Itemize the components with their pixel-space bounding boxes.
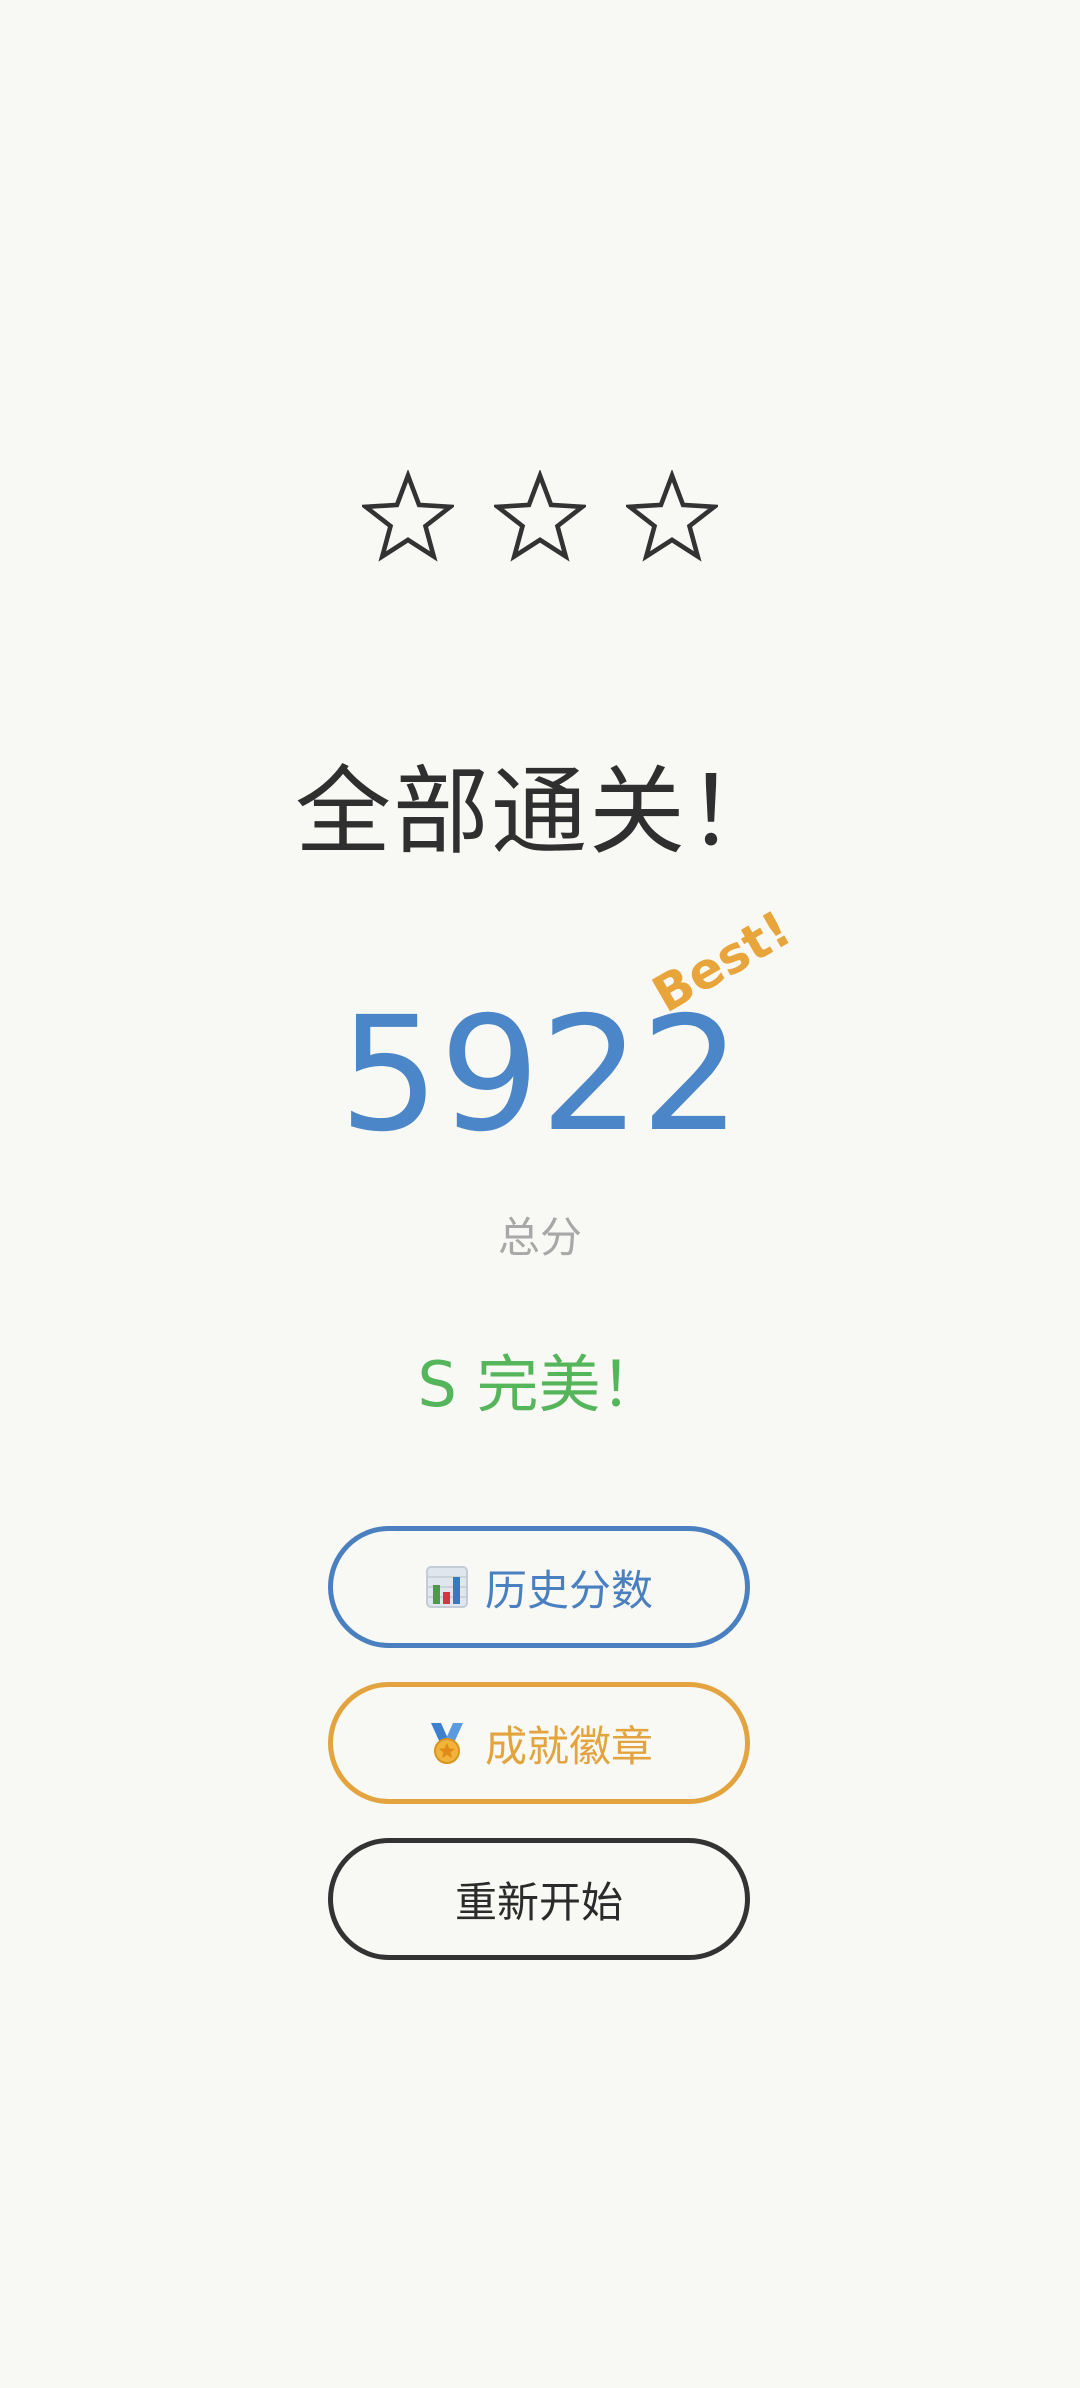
star-icon (494, 470, 586, 562)
history-scores-button[interactable]: 历史分数 (328, 1526, 750, 1648)
restart-button[interactable]: 重新开始 (328, 1838, 750, 1960)
star-rating (0, 470, 1080, 562)
achievement-badges-label: 成就徽章 (484, 1721, 653, 1771)
bar-chart-icon (425, 1565, 469, 1609)
restart-label: 重新开始 (454, 1877, 623, 1927)
total-score-label: 总分 (497, 1213, 582, 1262)
achievement-badges-button[interactable]: 成就徽章 (328, 1682, 750, 1804)
page-title: 全部通关！ (295, 756, 785, 868)
medal-icon (425, 1721, 469, 1765)
history-scores-label: 历史分数 (484, 1565, 653, 1615)
star-icon (362, 470, 454, 562)
score-display: 5922 (0, 985, 1080, 1165)
rank-result: S 完美！ (417, 1348, 663, 1421)
star-icon (626, 470, 718, 562)
